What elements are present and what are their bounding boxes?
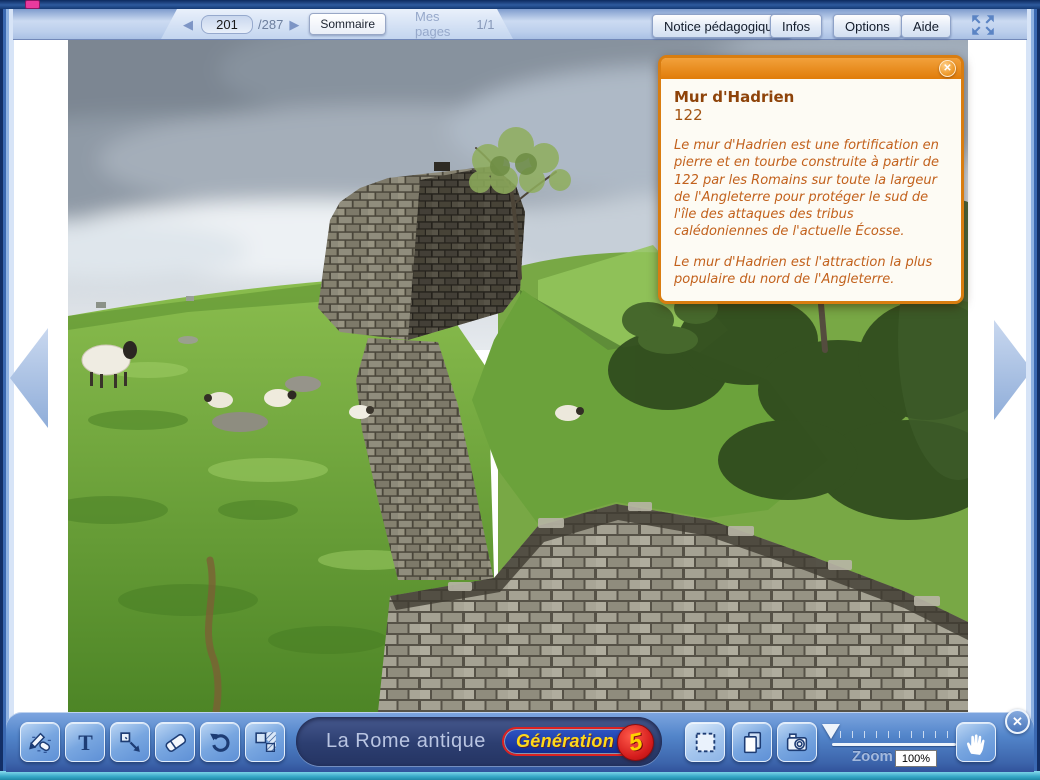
bottom-edge-strip xyxy=(0,771,1040,780)
popup-paragraph: Le mur d'Hadrien est l'attraction la plu… xyxy=(674,254,948,289)
application-window: ◀ /287 ▶ Sommaire Mes pages 1/1 Notice p… xyxy=(0,0,1040,780)
logo-text: Génération xyxy=(516,731,614,752)
pen-marker-icon xyxy=(27,729,54,756)
page-navigation-panel: ◀ /287 ▶ Sommaire Mes pages 1/1 xyxy=(161,9,513,39)
chevron-double-up-icon xyxy=(517,18,530,31)
selection-marquee-icon xyxy=(692,729,719,756)
hand-icon xyxy=(963,729,990,756)
pen-tool-button[interactable] xyxy=(20,722,60,762)
zoom-label: Zoom xyxy=(852,748,893,765)
popup-paragraph: Le mur d'Hadrien est une fortification e… xyxy=(674,137,948,241)
fullscreen-button[interactable] xyxy=(966,11,1000,38)
aide-button[interactable]: Aide xyxy=(901,14,951,38)
fullscreen-expand-icon xyxy=(969,12,997,38)
previous-page-arrow[interactable] xyxy=(10,328,48,428)
logo-five-badge: 5 xyxy=(617,724,654,761)
collapse-panel-button[interactable] xyxy=(515,15,532,34)
window-frame-right xyxy=(1026,9,1040,772)
logo-five-digit: 5 xyxy=(626,727,645,757)
zoom-slider-track[interactable] xyxy=(832,743,956,746)
selection-tool-button[interactable] xyxy=(685,722,725,762)
popup-year: 122 xyxy=(674,106,948,124)
title-panel: La Rome antique Génération 5 xyxy=(296,717,662,766)
popup-title: Mur d'Hadrien xyxy=(674,88,948,106)
eraser-icon xyxy=(162,729,189,756)
window-titlebar xyxy=(0,0,1040,9)
previous-page-button[interactable]: ◀ xyxy=(183,18,193,31)
top-header-bar: ◀ /287 ▶ Sommaire Mes pages 1/1 Notice p… xyxy=(13,9,1027,40)
move-resize-icon xyxy=(117,729,144,756)
page-number-input[interactable] xyxy=(201,15,253,34)
infos-button[interactable]: Infos xyxy=(770,14,822,38)
hand-pan-tool-button[interactable] xyxy=(956,722,996,762)
undo-tool-button[interactable] xyxy=(200,722,240,762)
tab-sommaire[interactable]: Sommaire xyxy=(309,13,386,35)
zoom-value-readout: 100% xyxy=(895,750,937,767)
camera-icon xyxy=(784,729,811,756)
camera-tool-button[interactable] xyxy=(777,722,817,762)
generation5-logo: Génération 5 xyxy=(502,727,642,756)
pages-tool-button[interactable] xyxy=(732,722,772,762)
undo-arrow-icon xyxy=(207,729,234,756)
tab-divider xyxy=(395,9,408,39)
mask-reveal-tool-button[interactable] xyxy=(245,722,285,762)
info-popup-header: ✕ xyxy=(661,58,961,79)
zoom-slider-thumb[interactable] xyxy=(822,724,840,739)
move-resize-tool-button[interactable] xyxy=(110,722,150,762)
popup-close-button[interactable]: ✕ xyxy=(939,60,956,77)
page-total-label: /287 xyxy=(258,17,283,32)
text-tool-icon: T xyxy=(72,729,99,756)
window-app-icon xyxy=(26,1,39,8)
options-button[interactable]: Options xyxy=(833,14,902,38)
info-popup: ✕ Mur d'Hadrien 122 Le mur d'Hadrien est… xyxy=(658,55,964,304)
bottom-toolbar: T xyxy=(6,712,1034,772)
info-popup-body: Mur d'Hadrien 122 Le mur d'Hadrien est u… xyxy=(661,79,961,301)
next-page-button[interactable]: ▶ xyxy=(289,18,299,31)
mes-pages-count: 1/1 xyxy=(476,17,494,32)
book-title: La Rome antique xyxy=(326,730,486,753)
toolbar-close-button[interactable]: ✕ xyxy=(1005,709,1030,734)
mask-reveal-icon xyxy=(252,729,279,756)
zoom-slider-ticks xyxy=(840,731,948,738)
svg-text:T: T xyxy=(78,730,93,754)
chevron-left-icon xyxy=(10,328,48,428)
eraser-tool-button[interactable] xyxy=(155,722,195,762)
pages-icon xyxy=(739,729,766,756)
text-tool-button[interactable]: T xyxy=(65,722,105,762)
tab-mes-pages[interactable]: Mes pages xyxy=(415,9,450,39)
